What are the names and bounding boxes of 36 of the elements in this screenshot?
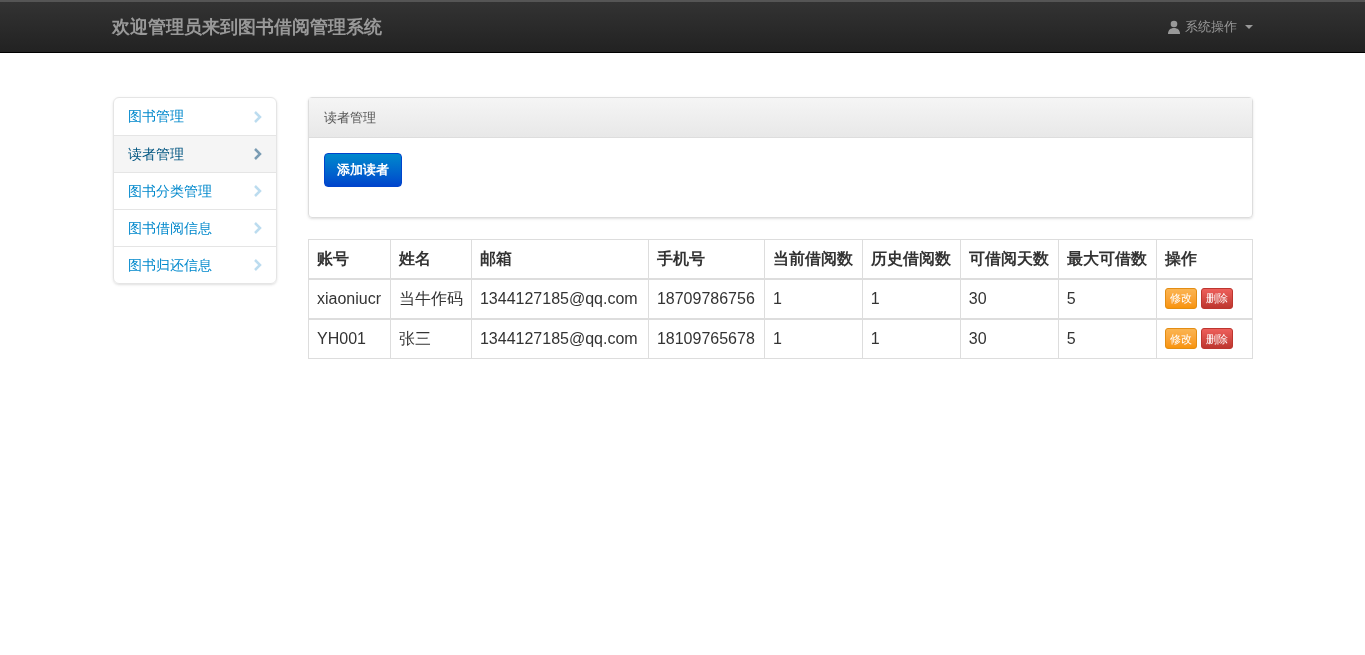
panel-title: 读者管理 (324, 108, 376, 127)
table-cell: 1 (862, 318, 961, 359)
column-header: 操作 (1156, 239, 1253, 279)
caret-icon (1245, 25, 1253, 29)
chevron-right-icon (254, 222, 262, 234)
sidebar-item[interactable]: 图书管理 (114, 98, 276, 135)
table-cell: 30 (960, 318, 1059, 359)
sidebar-item[interactable]: 图书分类管理 (114, 172, 276, 209)
sidebar-item[interactable]: 读者管理 (114, 135, 276, 172)
table-cell: 1 (764, 318, 863, 359)
delete-button[interactable]: 删除 (1200, 328, 1233, 350)
table-cell: 1344127185@qq.com (471, 318, 649, 359)
table-cell: 18109765678 (648, 318, 765, 359)
column-header: 手机号 (648, 239, 765, 279)
column-header: 最大可借数 (1058, 239, 1157, 279)
sidebar-item[interactable]: 图书归还信息 (114, 246, 276, 283)
chevron-right-icon (254, 110, 262, 123)
table-cell: xiaoniucr (308, 278, 391, 319)
table-cell: 张三 (390, 318, 472, 359)
column-header: 当前借阅数 (764, 239, 863, 279)
add-reader-button[interactable]: 添加读者 (324, 153, 402, 187)
column-header: 可借阅天数 (960, 239, 1059, 279)
sidebar-item[interactable]: 图书借阅信息 (114, 209, 276, 246)
column-header: 邮箱 (471, 239, 649, 279)
table-cell: YH001 (308, 318, 391, 359)
chevron-right-icon (254, 148, 262, 160)
column-header: 账号 (308, 239, 391, 279)
delete-button[interactable]: 删除 (1200, 288, 1233, 309)
column-header: 姓名 (390, 239, 472, 279)
system-menu[interactable]: 系统操作 (1167, 17, 1253, 37)
table-cell: 5 (1058, 318, 1157, 359)
navbar-title: 欢迎管理员来到图书借阅管理系统 (112, 15, 382, 39)
column-header: 历史借阅数 (862, 239, 961, 279)
user-icon (1167, 20, 1181, 34)
chevron-right-icon (254, 185, 262, 197)
chevron-right-icon (254, 259, 262, 271)
